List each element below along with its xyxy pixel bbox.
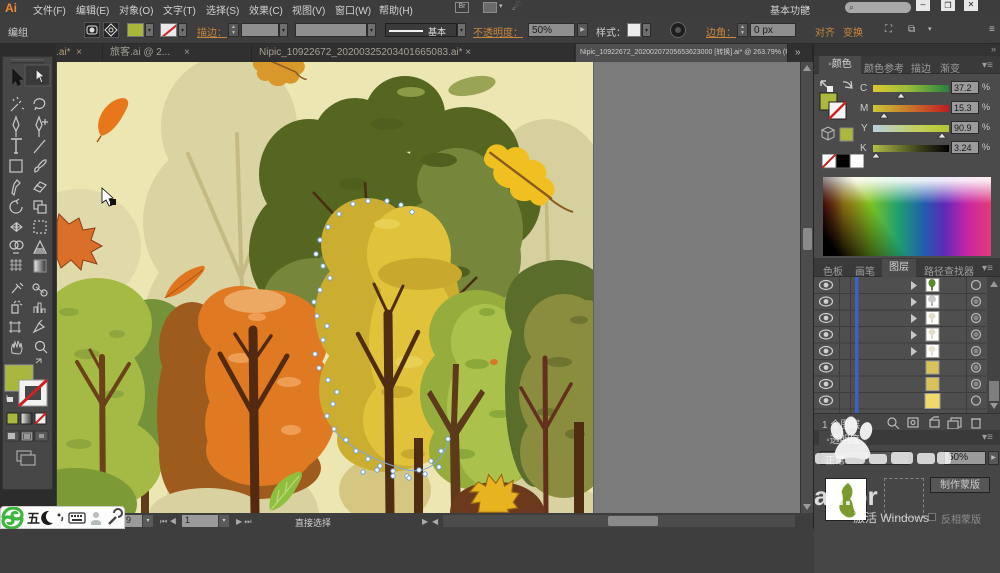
svg-text:五: 五 [27, 511, 40, 526]
